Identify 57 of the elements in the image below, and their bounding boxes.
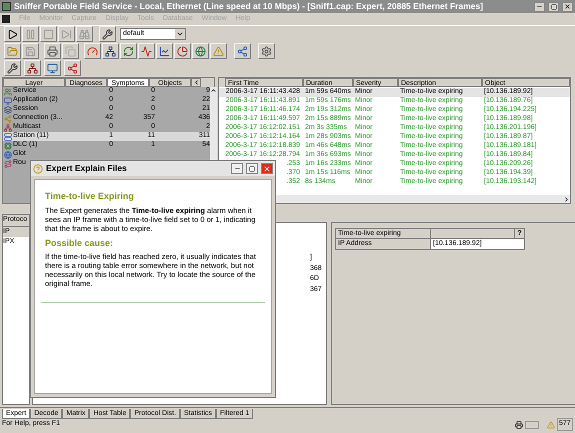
- minimize-button[interactable]: [534, 2, 545, 12]
- close-icon: [564, 3, 571, 10]
- arrow-left-icon: [192, 79, 200, 86]
- chart-icon: [159, 46, 170, 56]
- arrow-up-icon: [210, 87, 217, 94]
- toolbar-button[interactable]: [44, 43, 61, 59]
- pause-icon: [25, 28, 36, 40]
- skip-icon: [61, 28, 72, 40]
- folder-icon: [7, 46, 18, 56]
- dialog-title: Expert Explain Files: [46, 162, 128, 175]
- save-icon: [25, 46, 36, 56]
- warning-icon: [213, 46, 224, 56]
- binoculars-icon: [79, 28, 90, 40]
- toolbar-button[interactable]: [156, 43, 173, 59]
- minimize-icon: [536, 3, 543, 10]
- share-icon: [237, 46, 248, 56]
- globe-icon: [195, 46, 206, 56]
- minimize-icon: [234, 165, 240, 172]
- settings-icon: [261, 46, 272, 56]
- close-icon: [263, 164, 271, 172]
- share-icon: [67, 62, 78, 74]
- restore-button[interactable]: [548, 2, 559, 12]
- toolbar-button[interactable]: [102, 43, 119, 59]
- caret-icon: [176, 30, 184, 38]
- close-button[interactable]: [562, 2, 573, 12]
- help-subheading: Possible cause:: [45, 236, 114, 250]
- tools-icon: [102, 28, 113, 40]
- toolbar-button[interactable]: [258, 43, 275, 59]
- gauge-icon: [87, 46, 98, 56]
- toolbar-button[interactable]: [4, 60, 21, 76]
- monitor-icon: [47, 62, 58, 74]
- network-icon: [105, 46, 116, 56]
- copy-icon: [65, 46, 76, 56]
- minimize-button[interactable]: [231, 163, 243, 174]
- play-icon: [7, 28, 18, 40]
- app-icon: [2, 2, 11, 11]
- tools-icon: [7, 62, 18, 74]
- maximize-button[interactable]: [246, 163, 258, 174]
- status-field: [525, 420, 539, 428]
- help-heading: Time-to-live Expiring: [45, 190, 135, 203]
- activity-icon: [141, 46, 152, 56]
- pie-chart-icon: [177, 46, 188, 56]
- maximize-icon: [249, 166, 255, 172]
- refresh-icon: [123, 46, 134, 56]
- printer-icon: [515, 420, 523, 428]
- window-title: Sniffer Portable Field Service - Local, Ethernet (Line speed at 10 Mbps) - [Sniff1.cap: Expert, 20885 Ethernet Frames]: [14, 0, 484, 13]
- warning-icon: [547, 420, 555, 428]
- help-icon: [33, 164, 43, 174]
- scroll-left-button[interactable]: [191, 78, 201, 87]
- network-icon: [27, 62, 38, 74]
- restore-icon: [550, 4, 556, 10]
- toolbar-button[interactable]: [24, 60, 41, 76]
- toolbar-button[interactable]: [99, 26, 116, 42]
- stop-icon: [43, 28, 54, 40]
- printer-icon: [47, 46, 58, 56]
- toolbar-button[interactable]: [4, 26, 21, 42]
- arrow-right-icon: [563, 196, 570, 202]
